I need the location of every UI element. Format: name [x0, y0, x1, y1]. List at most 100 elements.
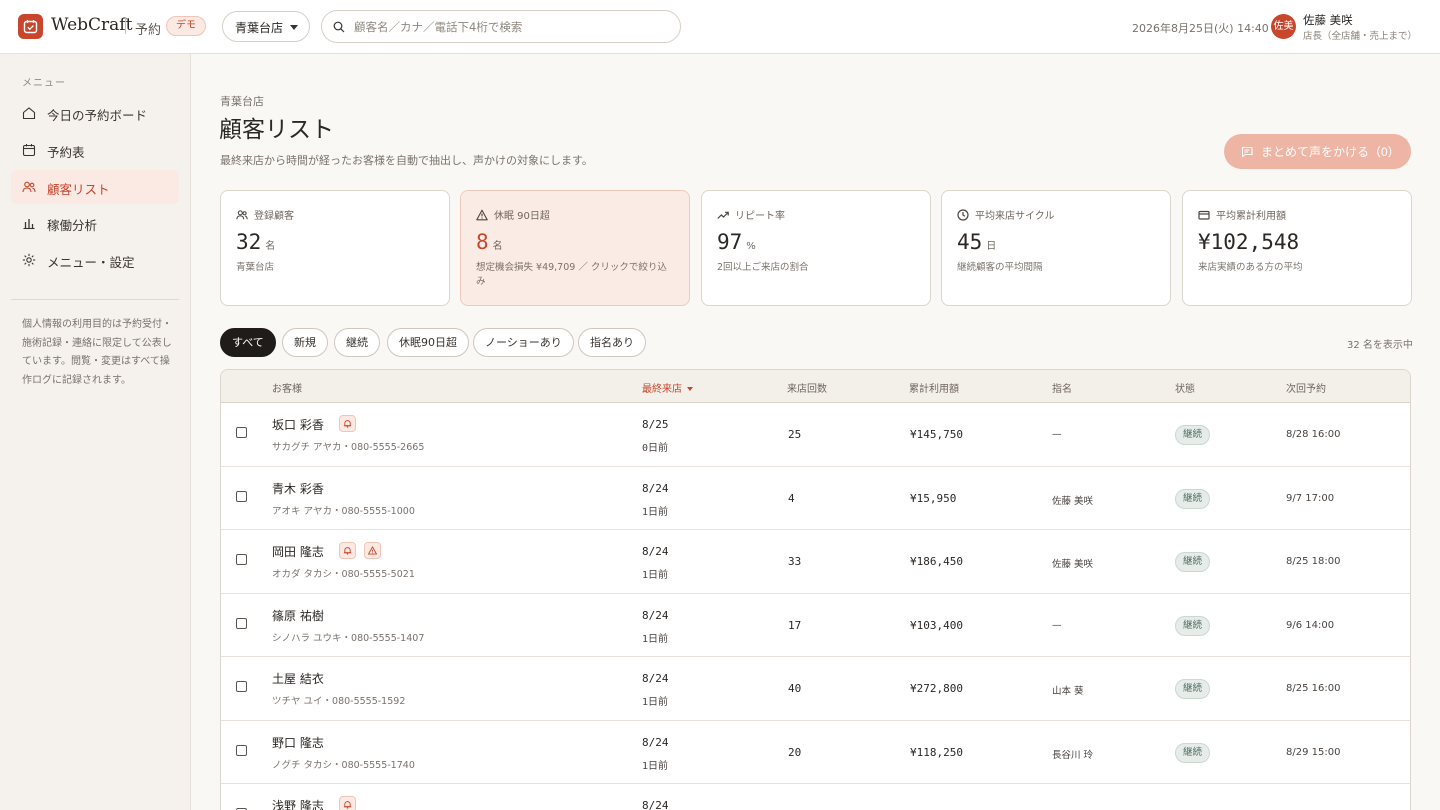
column-header-label: 最終来店 [642, 384, 682, 395]
customer-name[interactable]: 土屋 結衣 [272, 670, 324, 687]
row-checkbox[interactable] [236, 681, 247, 692]
filter-noshow[interactable]: ノーショーあり [473, 328, 574, 357]
wallet-icon [1198, 210, 1210, 220]
reminder-bell-icon[interactable] [339, 796, 356, 810]
search-input[interactable] [354, 17, 672, 37]
next-booking[interactable]: 8/28 16:00 [1286, 429, 1340, 440]
customer-kana-phone: ノグチ タカシ・080-5555-1740 [272, 759, 415, 771]
sidebar-item-today-board[interactable]: 今日の予約ボード [11, 96, 179, 130]
table-row[interactable]: 野口 隆志 ノグチ タカシ・080-5555-1740 8/24 1日前 20 ¥118,… [221, 721, 1410, 784]
row-checkbox[interactable] [236, 490, 247, 502]
nominated-staff: — [1052, 619, 1062, 631]
next-booking[interactable]: 8/25 16:00 [1286, 683, 1340, 694]
row-checkbox[interactable] [236, 554, 247, 565]
visit-count: 33 [788, 555, 802, 568]
column-header-staff[interactable]: 指名 [1052, 380, 1072, 395]
kpi-card-dormant[interactable]: 休眠 90日超 8名 想定機会損失 ¥49,709 ／ クリックで絞り込み [460, 190, 690, 306]
demo-badge: デモ [166, 16, 206, 36]
sidebar-item-customers[interactable]: 顧客リスト [11, 170, 179, 204]
customer-name[interactable]: 浅野 隆志 [272, 797, 324, 810]
user-name[interactable]: 佐藤 美咲 [1303, 12, 1353, 28]
next-booking[interactable]: 9/7 17:00 [1286, 493, 1334, 504]
customer-name[interactable]: 篠原 祐樹 [272, 607, 324, 624]
customer-kana-phone: オカダ タカシ・080-5555-5021 [272, 569, 415, 580]
sidebar-item-label: 稼働分析 [47, 218, 98, 233]
status-badge: 継続 [1175, 615, 1211, 636]
table-row[interactable]: 坂口 彩香 サカグチ アヤカ・080-5555-2665 8/25 0日前 25 ¥145… [221, 403, 1410, 467]
brand-name[interactable]: WebCraft [51, 15, 132, 35]
last-visit-date: 8/24 [642, 799, 669, 810]
sidebar-divider [11, 299, 179, 300]
top-bar: WebCraft 予約 デモ 青葉台店 2026年8月25日(火) 14:40 … [0, 0, 1440, 54]
row-checkbox[interactable] [236, 617, 247, 629]
column-header-total-spend[interactable]: 累計利用額 [909, 380, 959, 395]
store-select-value: 青葉台店 [235, 21, 284, 35]
filter-all[interactable]: すべて [220, 328, 276, 357]
last-visit-ago: 1日前 [642, 633, 669, 645]
kpi-number: 97 [717, 230, 743, 254]
status-badge: 継続 [1175, 679, 1211, 699]
visit-count: 4 [788, 491, 795, 505]
row-checkbox[interactable] [236, 744, 247, 756]
sidebar: メニュー 今日の予約ボード 予約表 顧客リスト 稼働分析 メニュー・設定 個人情… [0, 54, 191, 810]
last-visit-ago: 1日前 [642, 697, 669, 708]
total-spend: ¥145,750 [910, 428, 963, 441]
sidebar-item-settings[interactable]: メニュー・設定 [11, 243, 179, 277]
store-select[interactable]: 青葉台店 [222, 11, 310, 42]
sidebar-item-schedule[interactable]: 予約表 [11, 133, 179, 167]
column-header-status[interactable]: 状態 [1175, 380, 1195, 395]
column-header-last-visit[interactable]: 最終来店 [642, 380, 693, 395]
row-checkbox[interactable] [236, 427, 247, 438]
warning-icon[interactable] [364, 542, 381, 559]
customer-name[interactable]: 青木 彩香 [272, 480, 324, 497]
next-booking[interactable]: 8/25 18:00 [1286, 556, 1340, 567]
bulk-contact-button[interactable]: まとめて声をかける（0） [1224, 134, 1411, 169]
customer-name[interactable]: 坂口 彩香 [272, 416, 324, 433]
kpi-value: 32 名 [236, 230, 275, 254]
kpi-label: 登録顧客 [254, 211, 294, 222]
nominated-staff: 山本 葵 [1052, 686, 1084, 697]
next-booking[interactable]: 8/29 15:00 [1286, 747, 1340, 758]
last-visit-date: 8/24 [642, 672, 669, 685]
avatar[interactable]: 佐美 [1271, 14, 1296, 39]
last-visit-date: 8/24 [642, 545, 669, 558]
kpi-value: ¥102,548 [1198, 230, 1299, 254]
reminder-bell-icon[interactable] [339, 415, 356, 432]
sort-desc-icon [687, 387, 693, 391]
customer-kana-phone: シノハラ ユウキ・080-5555-1407 [272, 632, 425, 644]
visit-count: 17 [788, 618, 802, 632]
filter-nominated[interactable]: 指名あり [578, 328, 646, 357]
filter-new[interactable]: 新規 [282, 328, 328, 357]
column-header-customer[interactable]: お客様 [272, 380, 302, 395]
customer-name[interactable]: 岡田 隆志 [272, 543, 324, 560]
bulk-contact-label: まとめて声をかける（0） [1261, 145, 1400, 159]
total-spend: ¥272,800 [910, 682, 963, 695]
kpi-card-visit-cycle: 平均来店サイクル 45 日 継続顧客の平均間隔 [941, 190, 1171, 306]
kpi-unit: % [746, 241, 756, 252]
sidebar-item-analytics[interactable]: 稼働分析 [11, 206, 179, 240]
table-row[interactable]: 青木 彩香 アオキ アヤカ・080-5555-1000 8/24 1日前 4 ¥15,95… [221, 467, 1410, 530]
column-header-visits[interactable]: 来店回数 [787, 380, 827, 395]
reminder-bell-icon[interactable] [339, 542, 356, 559]
home-icon [22, 107, 36, 120]
chevron-down-icon [290, 25, 298, 30]
breadcrumb[interactable]: 青葉台店 [220, 93, 264, 109]
app-logo-icon[interactable] [18, 14, 43, 39]
table-row[interactable]: 岡田 隆志 オカダ タカシ・080-5555-5021 8/24 1日前 33 ¥186,… [221, 530, 1410, 594]
page-description: 最終来店から時間が経ったお客様を自動で抽出し、声かけの対象にします。 [220, 154, 593, 167]
last-visit-date: 8/25 [642, 418, 669, 431]
nominated-staff: 佐藤 美咲 [1052, 559, 1094, 570]
next-booking[interactable]: 9/6 14:00 [1286, 620, 1334, 631]
table-row[interactable]: 土屋 結衣 ツチヤ ユイ・080-5555-1592 8/24 1日前 40 ¥272,8… [221, 657, 1410, 721]
last-visit-ago: 1日前 [642, 506, 669, 518]
column-header-next-booking[interactable]: 次回予約 [1286, 380, 1326, 395]
filter-continuing[interactable]: 継続 [334, 328, 380, 357]
kpi-card-registered: 登録顧客 32 名 青葉台店 [220, 190, 450, 306]
kpi-value: 45 日 [957, 230, 996, 254]
customer-name[interactable]: 野口 隆志 [272, 734, 324, 751]
customer-kana-phone: サカグチ アヤカ・080-5555-2665 [272, 442, 425, 453]
table-row[interactable]: 浅野 隆志 8/24 [221, 784, 1410, 810]
search-box[interactable] [321, 10, 681, 43]
filter-dormant[interactable]: 休眠90日超 [387, 328, 469, 357]
table-row[interactable]: 篠原 祐樹 シノハラ ユウキ・080-5555-1407 8/24 1日前 17 ¥103… [221, 594, 1410, 657]
